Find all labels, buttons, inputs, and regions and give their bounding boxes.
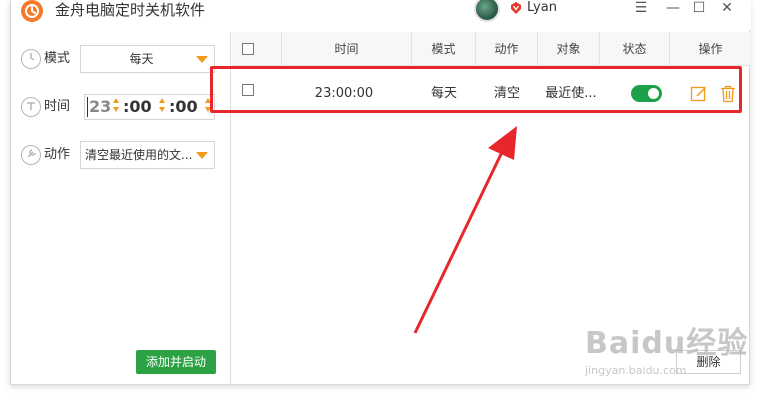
- chevron-down-icon: [196, 56, 208, 63]
- mode-label: 模式: [44, 51, 71, 66]
- menu-icon[interactable]: ☰: [631, 0, 651, 19]
- hours-spinner[interactable]: [113, 98, 119, 116]
- mode-select-value: 每天: [129, 52, 154, 66]
- highlight-box: [210, 66, 742, 113]
- alarm-clock-icon: [21, 48, 41, 69]
- header-mode: 模式: [412, 32, 476, 66]
- avatar[interactable]: [474, 0, 500, 22]
- time-hours[interactable]: 23: [87, 97, 111, 117]
- time-seconds[interactable]: :00: [169, 97, 198, 117]
- mode-select[interactable]: 每天: [80, 45, 215, 73]
- minutes-spinner[interactable]: [159, 98, 165, 116]
- action-select-value: 清空最近使用的文...: [85, 148, 193, 162]
- action-select[interactable]: 清空最近使用的文...: [80, 141, 215, 169]
- header-target: 对象: [538, 32, 600, 66]
- wrench-icon: [21, 144, 41, 165]
- watermark-url: jingyan.baidu.com: [585, 364, 687, 377]
- chevron-down-icon: [196, 152, 208, 159]
- clock-icon: [21, 96, 41, 117]
- time-input[interactable]: 23 :00 :00: [84, 94, 215, 120]
- select-all-checkbox[interactable]: [242, 43, 254, 55]
- maximize-button[interactable]: ☐: [689, 0, 709, 19]
- close-button[interactable]: ✕: [717, 0, 737, 19]
- minimize-button[interactable]: —: [663, 0, 683, 19]
- watermark-brand: Baidu经验: [585, 326, 749, 361]
- time-minutes[interactable]: :00: [123, 97, 152, 117]
- app-title: 金舟电脑定时关机软件: [55, 1, 206, 19]
- table-header: 时间 模式 动作 对象 状态 操作: [232, 32, 751, 66]
- app-logo: [21, 0, 43, 22]
- action-label: 动作: [44, 147, 71, 162]
- add-and-start-button[interactable]: 添加并启动: [136, 350, 216, 374]
- vip-crown-icon: [511, 2, 521, 14]
- mode-row-label: 模式: [21, 48, 70, 70]
- header-operations: 操作: [698, 42, 723, 56]
- action-row-label: 动作: [21, 144, 70, 166]
- task-settings-panel: 模式 每天 时间 23 :00 :00 动作 清空最近使用的文... 添加并启动: [11, 32, 231, 384]
- annotation-arrow: [413, 126, 517, 334]
- title-bar: 金舟电脑定时关机软件 Lyan ☰ — ☐ ✕: [11, 0, 751, 30]
- watermark: Baidu经验 jingyan.baidu.com: [585, 318, 748, 377]
- header-time: 时间: [282, 32, 412, 66]
- header-action: 动作: [476, 32, 538, 66]
- header-status: 状态: [600, 32, 670, 66]
- time-row-label: 时间: [21, 96, 70, 118]
- username[interactable]: Lyan: [527, 0, 557, 16]
- time-label: 时间: [44, 99, 71, 114]
- header-select-cell: [232, 32, 282, 66]
